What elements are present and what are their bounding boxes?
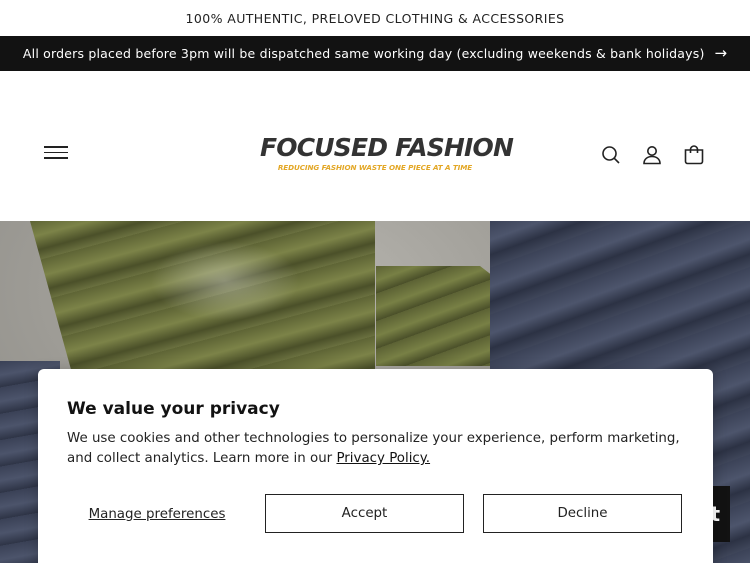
top-info-text: 100% AUTHENTIC, PRELOVED CLOTHING & ACCE… xyxy=(185,10,565,26)
logo-name[interactable]: FOCUSED FASHION xyxy=(260,133,514,163)
olive-jacket-detail-image xyxy=(376,266,506,366)
decline-button[interactable]: Decline xyxy=(483,494,682,533)
accept-button[interactable]: Accept xyxy=(265,494,464,533)
logo-tagline[interactable]: REDUCING FASHION WASTE ONE PIECE AT A TI… xyxy=(260,163,490,173)
site-header: FOCUSED FASHION REDUCING FASHION WASTE O… xyxy=(0,71,750,221)
menu-icon[interactable] xyxy=(44,144,68,166)
announcement-text[interactable]: All orders placed before 3pm will be dis… xyxy=(23,46,705,61)
account-icon[interactable] xyxy=(640,143,664,167)
search-icon[interactable] xyxy=(599,143,623,167)
privacy-policy-link[interactable]: Privacy Policy. xyxy=(336,451,430,466)
arrow-right-icon[interactable]: → xyxy=(715,46,728,61)
site-logo[interactable]: FOCUSED FASHION REDUCING FASHION WASTE O… xyxy=(260,133,514,173)
manage-preferences-link[interactable]: Manage preferences xyxy=(67,495,247,533)
cookie-title: We value your privacy xyxy=(67,399,280,419)
top-info-bar: 100% AUTHENTIC, PRELOVED CLOTHING & ACCE… xyxy=(0,0,750,36)
cookie-consent-banner: We value your privacy We use cookies and… xyxy=(38,369,713,563)
cart-icon[interactable] xyxy=(682,143,706,167)
jacket-sheen xyxy=(150,241,300,321)
announcement-bar[interactable]: All orders placed before 3pm will be dis… xyxy=(0,36,750,71)
cookie-body: We use cookies and other technologies to… xyxy=(67,429,697,469)
